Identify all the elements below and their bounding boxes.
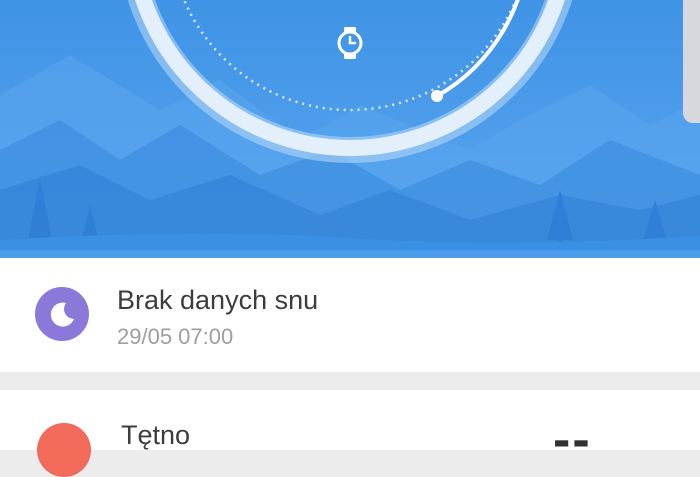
sleep-title: Brak danych snu <box>117 285 319 315</box>
heart-icon <box>37 423 91 477</box>
heart-rate-title: Tętno <box>121 420 191 450</box>
activity-hero <box>0 0 700 258</box>
heart-rate-card[interactable]: Tętno -- <box>0 390 700 477</box>
svg-text:z: z <box>68 304 74 316</box>
scroll-indicator[interactable] <box>683 0 700 123</box>
sleep-timestamp: 29/05 07:00 <box>117 324 234 349</box>
heart-rate-value: -- <box>553 411 592 469</box>
sleep-moon-icon: z <box>35 287 89 341</box>
watch-icon <box>335 26 365 60</box>
sleep-card[interactable]: z Brak danych snu 29/05 07:00 <box>0 258 700 372</box>
